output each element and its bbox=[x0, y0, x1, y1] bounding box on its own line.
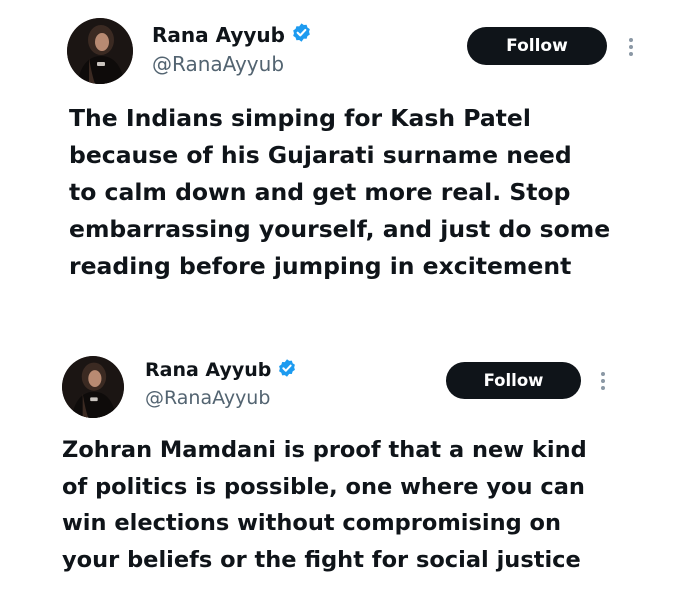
tweet-text: Zohran Mamdani is proof that a new kind … bbox=[62, 432, 587, 578]
tweet-text-line: to calm down and get more real. Stop bbox=[69, 178, 571, 206]
tweet-text-line: your beliefs or the fight for social jus… bbox=[62, 546, 581, 573]
author-handle[interactable]: @RanaAyyub bbox=[152, 52, 284, 76]
tweet-text-line: reading before jumping in excitement bbox=[69, 252, 572, 280]
author-name-row: Rana Ayyub bbox=[152, 22, 312, 47]
tweet-text-line: The Indians simping for Kash Patel bbox=[69, 104, 531, 132]
tweet-card-1: Rana Ayyub @RanaAyyub Follow The Indians… bbox=[0, 0, 680, 300]
avatar[interactable] bbox=[62, 356, 124, 418]
author-handle[interactable]: @RanaAyyub bbox=[145, 387, 270, 409]
follow-button[interactable]: Follow bbox=[446, 362, 581, 399]
author-display-name[interactable]: Rana Ayyub bbox=[145, 359, 271, 381]
tweet-text-line: win elections without compromising on bbox=[62, 510, 562, 536]
tweet-card-2: Rana Ayyub @RanaAyyub Follow Zohran Mamd… bbox=[0, 340, 680, 597]
tweet-text-line: because of his Gujarati surname need bbox=[69, 141, 572, 169]
more-options-icon[interactable] bbox=[628, 38, 634, 56]
tweet-text: The Indians simping for Kash Patel becau… bbox=[69, 100, 610, 285]
more-options-icon[interactable] bbox=[600, 372, 606, 390]
verified-badge-icon bbox=[291, 22, 312, 47]
tweet-text-line: Zohran Mamdani is proof that a new kind bbox=[62, 437, 587, 463]
follow-button[interactable]: Follow bbox=[467, 27, 607, 65]
profile-photo-icon bbox=[67, 18, 133, 84]
profile-photo-icon bbox=[62, 356, 124, 418]
avatar[interactable] bbox=[67, 18, 133, 84]
tweet-text-line: of politics is possible, one where you c… bbox=[62, 473, 585, 500]
author-display-name[interactable]: Rana Ayyub bbox=[152, 23, 285, 47]
verified-badge-icon bbox=[277, 358, 297, 382]
tweet-text-line: embarrassing yourself, and just do some bbox=[69, 215, 611, 243]
author-name-row: Rana Ayyub bbox=[145, 358, 297, 382]
